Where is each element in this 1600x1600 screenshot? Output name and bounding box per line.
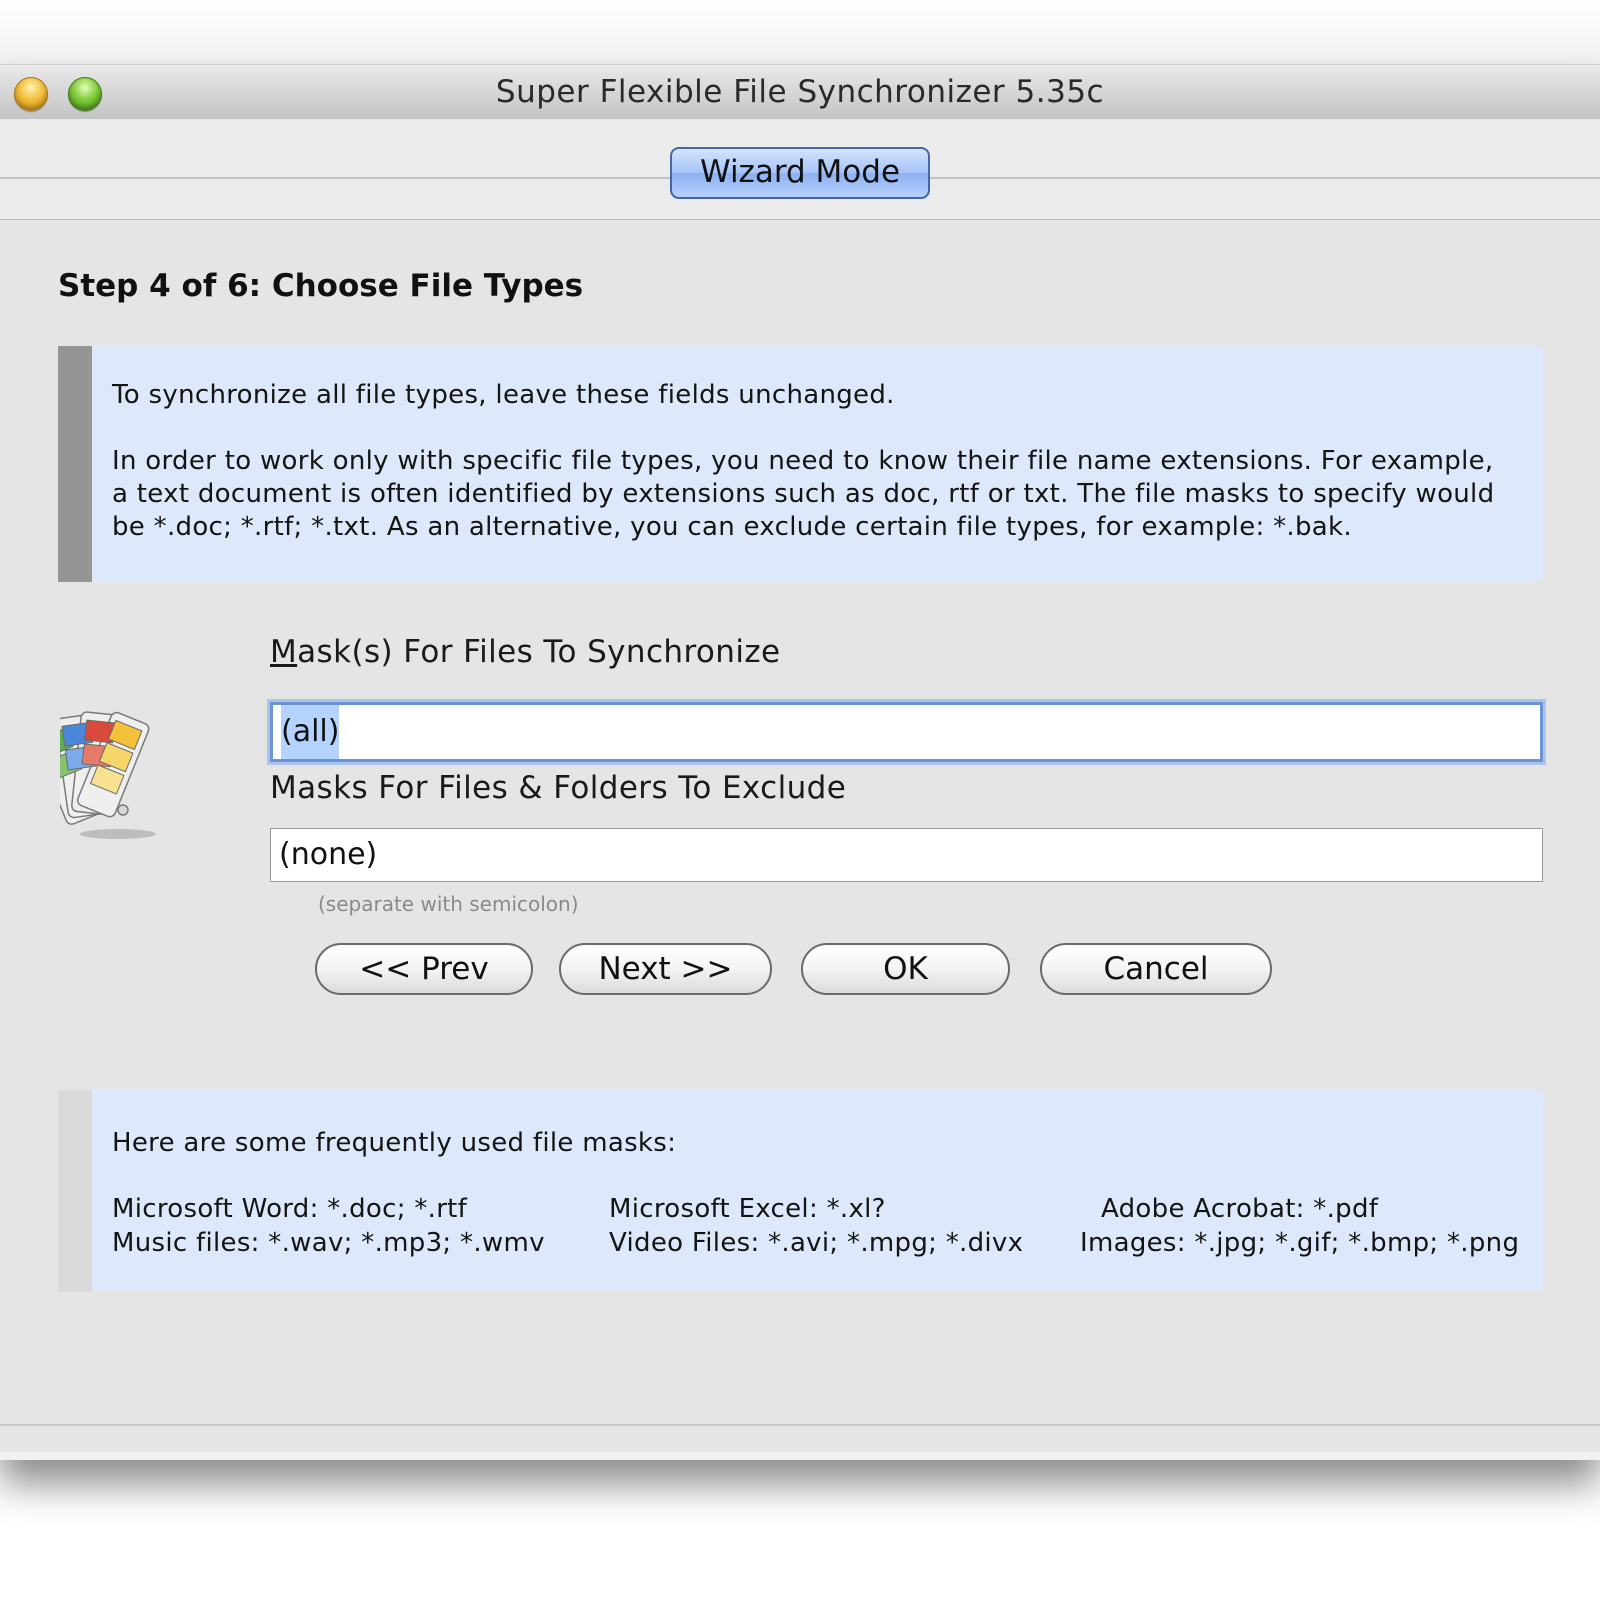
wizard-mode-button[interactable]: Wizard Mode bbox=[670, 147, 930, 199]
frequent-masks-heading: Here are some frequently used file masks… bbox=[112, 1128, 677, 1158]
mask-example: Music files: *.wav; *.mp3; *.wmv bbox=[112, 1228, 545, 1258]
info-text-2-line-2: a text document is often identified by e… bbox=[112, 479, 1495, 509]
status-strip bbox=[0, 1452, 1600, 1460]
bottom-divider bbox=[0, 1424, 1600, 1426]
separator-hint: (separate with semicolon) bbox=[318, 892, 579, 916]
mask-example: Video Files: *.avi; *.mpg; *.divx bbox=[609, 1228, 1024, 1258]
next-button[interactable]: Next >> bbox=[559, 943, 772, 995]
prev-button[interactable]: << Prev bbox=[315, 943, 533, 995]
frequent-masks-panel: Here are some frequently used file masks… bbox=[58, 1090, 1543, 1292]
title-bar[interactable]: Super Flexible File Synchronizer 5.35c bbox=[0, 64, 1600, 120]
mask-example: Images: *.jpg; *.gif; *.bmp; *.png bbox=[1080, 1228, 1520, 1258]
cancel-button[interactable]: Cancel bbox=[1040, 943, 1272, 995]
mask-example: Adobe Acrobat: *.pdf bbox=[1101, 1194, 1379, 1224]
mask-example: Microsoft Excel: *.xl? bbox=[609, 1194, 886, 1224]
app-window: Super Flexible File Synchronizer 5.35c W… bbox=[0, 64, 1600, 1460]
info-text-2-line-1: In order to work only with specific file… bbox=[112, 446, 1494, 476]
step-title: Step 4 of 6: Choose File Types bbox=[58, 268, 584, 304]
desktop-background bbox=[0, 0, 1600, 64]
toolbar: Wizard Mode bbox=[0, 119, 1600, 220]
exclude-masks-label: Masks For Files & Folders To Exclude bbox=[270, 770, 847, 806]
ok-button[interactable]: OK bbox=[801, 943, 1010, 995]
file-types-fan-icon bbox=[32, 694, 190, 844]
exclude-masks-value: (none) bbox=[279, 837, 378, 872]
include-masks-value: (all) bbox=[281, 705, 340, 759]
include-masks-input[interactable]: (all) bbox=[270, 702, 1543, 762]
mask-example: Microsoft Word: *.doc; *.rtf bbox=[112, 1194, 468, 1224]
frequent-masks-accent bbox=[58, 1090, 92, 1292]
info-panel-accent bbox=[58, 346, 92, 582]
exclude-masks-input[interactable]: (none) bbox=[270, 828, 1543, 882]
info-text-1: To synchronize all file types, leave the… bbox=[112, 380, 895, 410]
info-text-2-line-3: be *.doc; *.rtf; *.txt. As an alternativ… bbox=[112, 512, 1352, 542]
info-panel: To synchronize all file types, leave the… bbox=[58, 346, 1543, 582]
include-masks-label: Mask(s) For Files To Synchronize bbox=[270, 634, 781, 670]
window-title: Super Flexible File Synchronizer 5.35c bbox=[495, 74, 1105, 110]
